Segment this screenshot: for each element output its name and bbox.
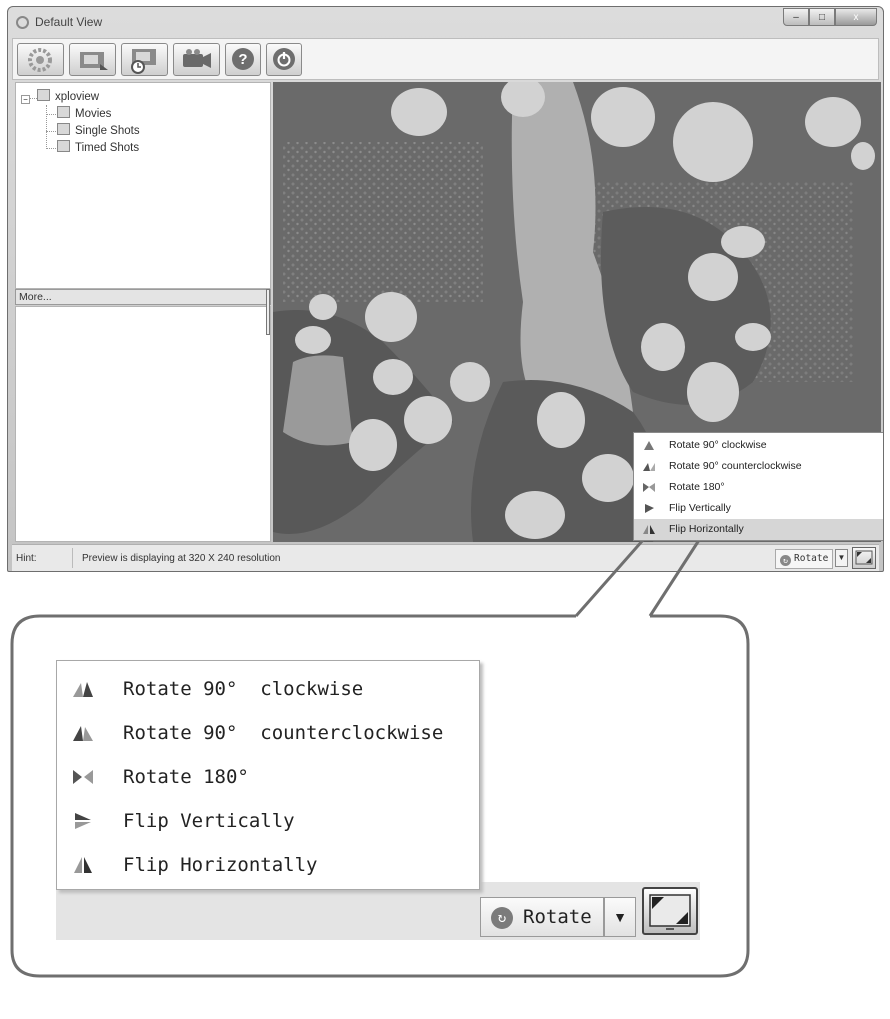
timed-capture-button[interactable] (121, 43, 168, 76)
help-icon: ? (232, 48, 254, 70)
tree-root-item[interactable]: xploview (37, 89, 99, 105)
rotate-cw-icon (73, 682, 93, 697)
rotate-icon: ↻ (491, 907, 513, 929)
menu-item-label: Flip Vertically (669, 502, 731, 514)
tree-item-movies[interactable]: Movies (57, 106, 111, 122)
folder-icon (37, 89, 50, 101)
flip-horizontal-icon (74, 857, 92, 873)
file-tree: − xploview Movies Single Shots Timed Sho… (15, 82, 271, 289)
app-window: Default View – □ x ? − xploview Movies S… (7, 6, 884, 572)
rotate-dropdown-toggle-zoomed[interactable]: ▼ (604, 897, 636, 937)
tree-item-label: Movies (75, 108, 112, 120)
close-button[interactable]: x (835, 8, 877, 26)
rotate-cw-icon (644, 441, 654, 450)
zoomed-menu-item-rotate-cw[interactable]: Rotate 90° clockwise (57, 667, 477, 711)
menu-item-label: Rotate 90° clockwise (669, 439, 767, 451)
menu-item-label: Flip Vertically (123, 810, 295, 832)
title-bar: Default View – □ x (8, 7, 883, 37)
zoomed-menu-item-flip-horizontal[interactable]: Flip Horizontally (57, 843, 477, 887)
hint-text: Preview is displaying at 320 X 240 resol… (82, 553, 281, 564)
zoomed-menu-item-rotate-180[interactable]: Rotate 180° (57, 755, 477, 799)
minimize-button[interactable]: – (783, 8, 809, 26)
menu-item-label: Rotate 180° (669, 481, 725, 493)
status-divider (72, 548, 73, 568)
fullscreen-icon (855, 550, 873, 565)
rotate-button-label: Rotate (523, 906, 592, 928)
hint-label: Hint: (16, 553, 37, 564)
rotate-button-label: Rotate (794, 553, 829, 564)
camera-settings-button[interactable] (17, 43, 64, 76)
menu-item-rotate-180[interactable]: Rotate 180° (634, 477, 883, 498)
rotate-180-icon (73, 770, 93, 784)
tree-expander-icon[interactable]: − (21, 95, 30, 104)
more-button[interactable]: More... (15, 289, 271, 305)
rotate-button-small[interactable]: ↻ Rotate (775, 549, 834, 569)
video-camera-icon (183, 49, 211, 68)
folder-icon (57, 123, 70, 135)
help-button[interactable]: ? (225, 43, 261, 76)
rotate-dropdown-toggle[interactable]: ▼ (835, 549, 848, 567)
tree-connector (46, 105, 47, 149)
pane-splitter-handle[interactable] (266, 289, 270, 335)
tree-connector (46, 148, 56, 149)
menu-item-label: Rotate 90° counterclockwise (669, 460, 802, 472)
menu-item-rotate-ccw[interactable]: Rotate 90° counterclockwise (634, 456, 883, 477)
menu-item-flip-vertical[interactable]: Flip Vertically (634, 498, 883, 519)
tree-connector (46, 131, 56, 132)
rotate-icon: ↻ (780, 555, 791, 566)
window-controls: – □ x (783, 8, 877, 26)
rotate-180-icon (643, 483, 655, 492)
status-bar: Hint: Preview is displaying at 320 X 240… (12, 544, 879, 571)
fullscreen-button-zoomed[interactable] (642, 887, 698, 935)
app-icon (16, 16, 29, 29)
flip-vertical-icon (645, 504, 654, 513)
tree-root-label: xploview (55, 91, 100, 103)
maximize-button[interactable]: □ (809, 8, 835, 26)
toolbar: ? (12, 38, 879, 80)
folder-icon (57, 106, 70, 118)
menu-item-label: Rotate 90° counterclockwise (123, 722, 444, 744)
tree-connector (29, 98, 37, 99)
video-record-button[interactable] (173, 43, 220, 76)
tree-item-label: Single Shots (75, 125, 140, 137)
zoomed-menu-item-rotate-ccw[interactable]: Rotate 90° counterclockwise (57, 711, 477, 755)
menu-item-rotate-cw[interactable]: Rotate 90° clockwise (634, 435, 883, 456)
details-pane (15, 306, 271, 542)
tree-connector (46, 114, 56, 115)
flip-vertical-icon (75, 813, 91, 829)
menu-item-label: Flip Horizontally (123, 854, 318, 876)
fullscreen-button[interactable] (852, 547, 876, 569)
rotate-menu-zoomed: Rotate 90° clockwise Rotate 90° counterc… (56, 660, 480, 890)
folder-icon (57, 140, 70, 152)
rotate-menu-small: Rotate 90° clockwise Rotate 90° counterc… (633, 432, 883, 541)
power-button[interactable] (266, 43, 302, 76)
rotate-button-zoomed[interactable]: ↻ Rotate (480, 897, 604, 937)
tree-item-label: Timed Shots (75, 142, 140, 154)
snapshot-button[interactable] (69, 43, 116, 76)
menu-item-label: Rotate 180° (123, 766, 249, 788)
tree-item-single-shots[interactable]: Single Shots (57, 123, 140, 139)
rotate-ccw-icon (643, 463, 655, 471)
menu-item-label: Rotate 90° clockwise (123, 678, 364, 700)
tree-item-timed-shots[interactable]: Timed Shots (57, 140, 139, 156)
menu-item-flip-horizontal[interactable]: Flip Horizontally (634, 519, 883, 540)
fullscreen-icon (649, 894, 691, 930)
power-icon (273, 48, 295, 70)
snapshot-icon (80, 52, 108, 70)
svg-text:?: ? (238, 51, 247, 68)
camera-settings-icon (28, 48, 52, 72)
menu-item-label: Flip Horizontally (669, 523, 744, 535)
rotate-ccw-icon (73, 726, 93, 741)
zoomed-menu-item-flip-vertical[interactable]: Flip Vertically (57, 799, 477, 843)
window-title: Default View (35, 15, 103, 29)
flip-horizontal-icon (643, 525, 655, 534)
timed-capture-icon (131, 49, 156, 74)
